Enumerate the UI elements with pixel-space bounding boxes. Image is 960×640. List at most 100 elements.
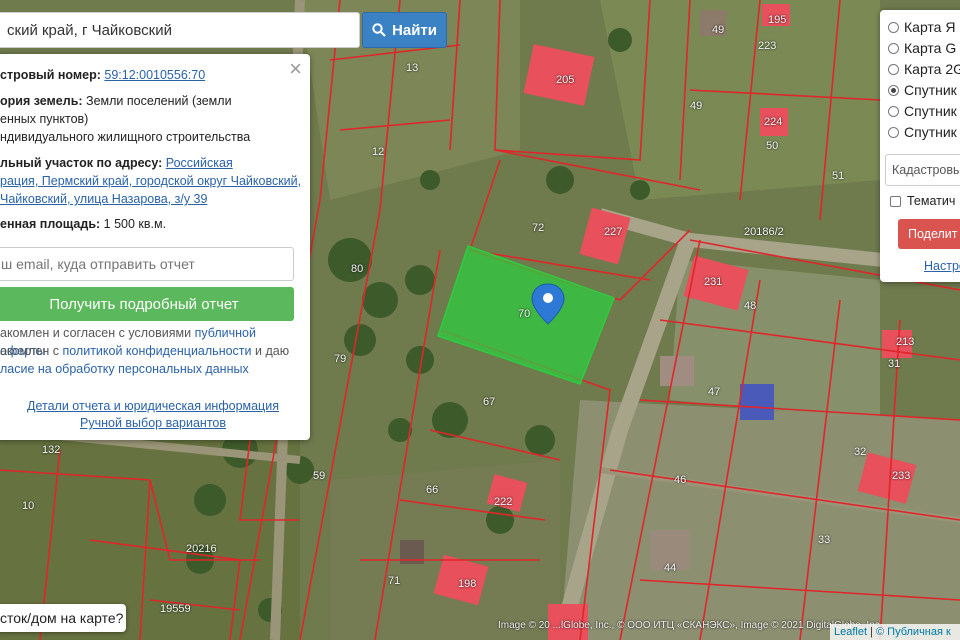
legal-text: акомлен с	[0, 344, 59, 358]
parcel-label: 20186/2	[744, 226, 784, 238]
cadastral-number-row: стровый номер: 59:12:0010556:70	[0, 66, 298, 84]
privacy-policy-link[interactable]: политикой конфиденциальности	[62, 344, 251, 358]
land-use-row: ндивидуального жилищного строительства	[0, 128, 298, 146]
parcel-label: 47	[708, 386, 721, 398]
land-category-label: ория земель:	[0, 94, 83, 108]
address-link-cont[interactable]: Чайковский, улица Назарова, з/у 39	[0, 192, 207, 206]
parcel-label: 32	[854, 446, 867, 458]
parcel-label: 48	[744, 300, 757, 312]
radio-icon[interactable]	[888, 63, 899, 75]
parcel-label: 66	[426, 484, 439, 496]
thematic-checkbox-label: Тематич	[907, 194, 956, 208]
radio-icon[interactable]	[888, 42, 899, 54]
checkbox[interactable]	[890, 195, 901, 207]
parcel-label: 223	[758, 40, 777, 52]
area-label: енная площадь:	[0, 217, 101, 231]
layer-option[interactable]: Карта G	[888, 40, 956, 56]
legal-consent-line: ласие на обработку персональных данных	[0, 360, 302, 378]
area-value: 1 500 кв.м.	[103, 217, 167, 231]
leaflet-attribution: Leaflet | © Публичная к	[830, 624, 960, 640]
parcel-label: 44	[664, 562, 677, 574]
parcel-label: 67	[483, 396, 496, 408]
search-icon	[372, 23, 386, 37]
parcel-label: 19559	[160, 603, 191, 615]
parcel-label: 195	[768, 14, 787, 26]
get-report-button[interactable]: Получить подробный отчет	[0, 287, 294, 321]
address-search-input[interactable]	[0, 13, 359, 47]
parcel-label: 132	[42, 444, 61, 456]
details-link-row: Детали отчета и юридическая информация	[0, 399, 310, 413]
layer-option[interactable]: Карта Я	[888, 19, 955, 35]
parcel-label: 79	[334, 353, 347, 365]
leaflet-link[interactable]: Leaflet	[834, 626, 867, 638]
report-details-link[interactable]: Детали отчета и юридическая информация	[27, 399, 279, 413]
parcel-label: 50	[766, 140, 779, 152]
layer-option[interactable]: Спутник	[888, 103, 957, 119]
address-row-3: Чайковский, улица Назарова, з/у 39	[0, 190, 298, 208]
parcel-label: 10	[22, 500, 35, 512]
land-use-value: ндивидуального жилищного строительства	[0, 130, 251, 144]
parcel-info-panel: × стровый номер: 59:12:0010556:70 ория з…	[0, 54, 310, 440]
layer-option-label: Карта G	[904, 40, 957, 56]
share-button[interactable]: Поделит	[898, 219, 960, 249]
public-map-link[interactable]: © Публичная к	[876, 626, 951, 638]
radio-icon[interactable]	[888, 126, 899, 138]
parcel-label: 46	[674, 474, 687, 486]
legal-privacy-line: акомлен с политикой конфиденциальности и…	[0, 342, 302, 360]
parcel-label: 51	[832, 170, 845, 182]
cadastral-number-link[interactable]: 59:12:0010556:70	[104, 68, 205, 82]
address-link[interactable]: Российская	[166, 156, 233, 170]
parcel-label: 33	[818, 534, 831, 546]
email-field[interactable]	[0, 247, 294, 281]
parcel-label: 233	[892, 470, 911, 482]
layer-option-label: Спутник	[904, 103, 957, 119]
parcel-label: 205	[556, 74, 575, 86]
layer-option-label: Карта Я	[904, 19, 956, 35]
personal-data-consent-link[interactable]: ласие на обработку персональных данных	[0, 362, 249, 376]
find-plot-on-map-button[interactable]: сток/дом на карте?	[0, 604, 126, 632]
settings-link[interactable]: Настро	[924, 259, 960, 273]
parcel-label: 49	[690, 100, 703, 112]
radio-selected-icon[interactable]	[888, 84, 899, 96]
parcel-label: 213	[896, 336, 915, 348]
manual-selection-link[interactable]: Ручной выбор вариантов	[80, 416, 226, 430]
land-category-row: ория земель: Земли поселений (земли	[0, 92, 298, 110]
email-input[interactable]	[0, 248, 293, 280]
layer-option-label: Спутник	[904, 124, 957, 140]
layer-option-label: Карта 2G	[904, 61, 960, 77]
parcel-label: 59	[313, 470, 326, 482]
parcel-label: 31	[888, 358, 901, 370]
parcel-label: 12	[372, 146, 385, 158]
parcel-label: 80	[351, 263, 364, 275]
layer-option-label: Спутник	[904, 82, 957, 98]
parcel-label: 72	[532, 222, 545, 234]
imagery-attribution: Image © 20 ...lGlobe, Inc., © ООО ИТЦ «С…	[498, 620, 883, 631]
search-button-label: Найти	[392, 21, 437, 39]
legal-text: и даю	[255, 344, 290, 358]
address-row-2: рация, Пермский край, городской округ Ча…	[0, 172, 301, 190]
thematic-checkbox-row[interactable]: Тематич	[890, 194, 955, 208]
search-button[interactable]: Найти	[362, 12, 447, 48]
parcel-label: 20216	[186, 543, 217, 555]
overlay-select[interactable]: Кадастровые	[885, 154, 960, 186]
cadastral-number-label: стровый номер:	[0, 68, 101, 82]
parcel-label: 13	[406, 62, 419, 74]
radio-icon[interactable]	[888, 21, 899, 33]
parcel-label: 71	[388, 575, 401, 587]
land-category-value: Земли поселений (земли	[86, 94, 232, 108]
address-search-field[interactable]	[0, 12, 360, 48]
address-row: льный участок по адресу: Российская	[0, 154, 298, 172]
map-layers-panel: Карта Я Карта G Карта 2G Спутник Спутник…	[880, 10, 960, 282]
layer-option[interactable]: Спутник	[888, 124, 957, 140]
layer-option[interactable]: Карта 2G	[888, 61, 960, 77]
parcel-label: 227	[604, 226, 623, 238]
parcel-label: 222	[494, 496, 513, 508]
layer-option-selected[interactable]: Спутник	[888, 82, 957, 98]
parcel-label: 198	[458, 578, 477, 590]
address-link-cont[interactable]: рация, Пермский край, городской округ Ча…	[0, 174, 301, 188]
radio-icon[interactable]	[888, 105, 899, 117]
land-category-value-cont: енных пунктов)	[0, 112, 89, 126]
parcel-label: 231	[704, 276, 723, 288]
manual-link-row: Ручной выбор вариантов	[0, 416, 310, 430]
area-row: енная площадь: 1 500 кв.м.	[0, 215, 298, 233]
